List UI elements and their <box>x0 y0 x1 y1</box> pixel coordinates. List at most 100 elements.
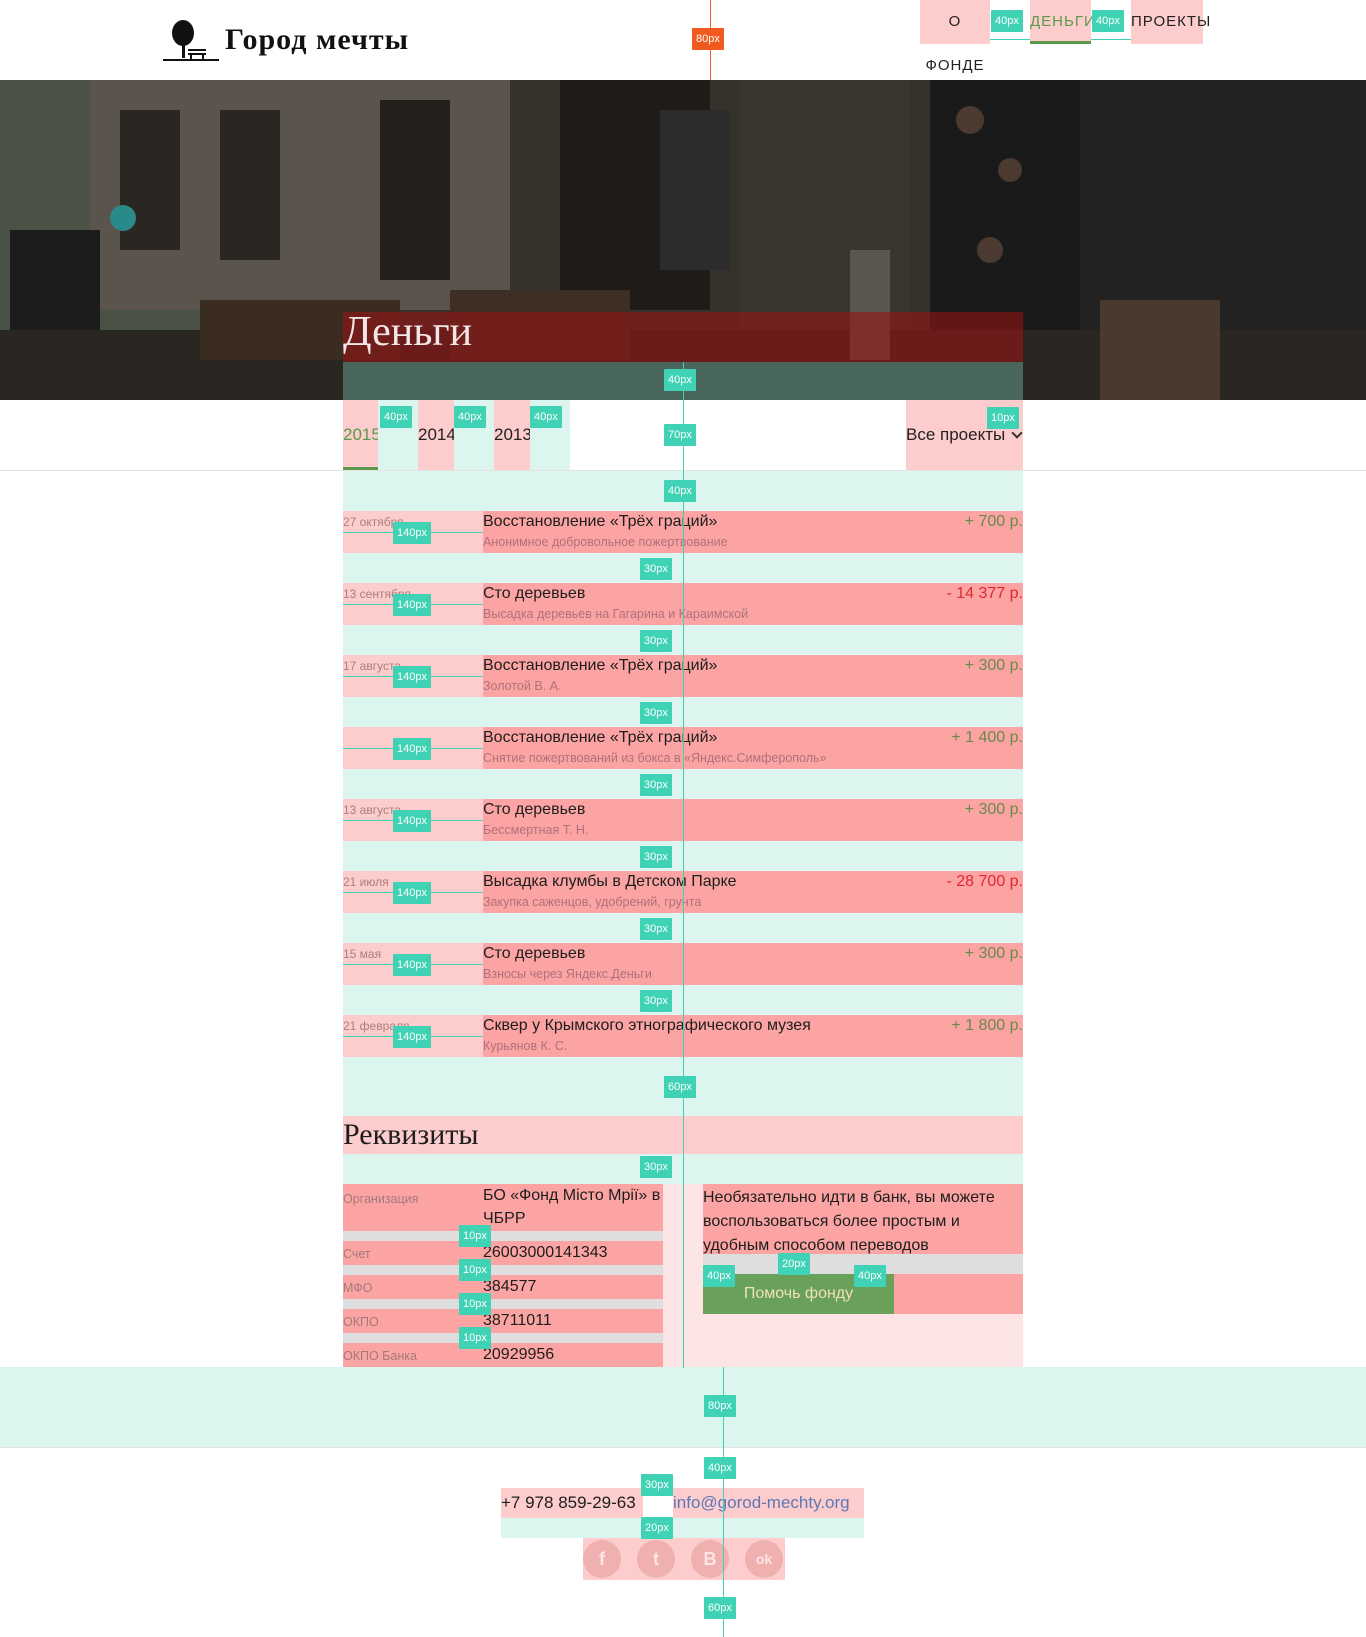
requisite-gap <box>343 1299 663 1309</box>
transaction-project[interactable]: Сквер у Крымского этнографического музея <box>483 1017 811 1035</box>
requisite-label: Счет <box>343 1247 371 1261</box>
measure-label: 80px <box>704 1395 736 1417</box>
transaction-project[interactable]: Сто деревьев <box>483 585 585 603</box>
requisite-value: 384577 <box>483 1278 537 1295</box>
measure-label: 10px <box>459 1293 491 1315</box>
requisite-label: ОКПО Банка <box>343 1349 417 1363</box>
transaction-description: Бессмертная Т. Н. <box>483 823 589 837</box>
measure-label: 10px <box>459 1327 491 1349</box>
measure-label: 30px <box>640 558 672 580</box>
transaction-amount: - 28 700 р. <box>946 873 1024 890</box>
email-link[interactable]: info@gorod-mechty.org <box>673 1488 864 1518</box>
measure-label: 40px <box>704 1457 736 1479</box>
tree-bench-icon <box>163 20 219 61</box>
requisite-gap <box>343 1231 663 1241</box>
hero-banner: Деньги <box>0 80 1366 400</box>
measure-label: 20px <box>778 1253 810 1275</box>
requisite-value: БО «Фонд Місто Мрії» в ЧБРР <box>483 1187 661 1227</box>
measure-line <box>683 362 684 1368</box>
measure-label: 30px <box>640 1156 672 1178</box>
transaction-description: Высадка деревьев на Гагарина и Караимско… <box>483 607 749 621</box>
measure-label: 30px <box>641 1474 673 1496</box>
contacts: +7 978 859-29-63 info@gorod-mechty.org <box>501 1488 864 1538</box>
phone-link[interactable]: +7 978 859-29-63 <box>501 1488 643 1518</box>
measure-label: 10px <box>459 1259 491 1281</box>
transaction-body: Восстановление «Трёх граций» Золотой В. А… <box>483 655 1023 697</box>
year-tab-2015[interactable]: 2015 <box>343 400 381 470</box>
transaction-amount: + 1 800 р. <box>951 1017 1023 1034</box>
logo[interactable]: Город мечты <box>163 18 409 62</box>
measure-label: 40px <box>380 406 412 428</box>
measure-label: 140px <box>393 954 431 976</box>
transaction-body: Сто деревьев Взносы через Яндекс.Деньги + … <box>483 943 1023 985</box>
transaction-body: Сквер у Крымского этнографического музея… <box>483 1015 1023 1057</box>
measure-label: 30px <box>640 918 672 940</box>
measure-label: 40px <box>664 369 696 391</box>
measure-label: 60px <box>704 1597 736 1619</box>
donate-note: Необязательно идти в банк, вы можете вос… <box>703 1184 1023 1254</box>
requisite-gap <box>343 1265 663 1275</box>
transaction-body: Сто деревьев Бессмертная Т. Н. + 300 р. <box>483 799 1023 841</box>
requisite-value: 26003000141343 <box>483 1244 608 1261</box>
measure-label: 40px <box>530 406 562 428</box>
requisite-label: МФО <box>343 1281 373 1295</box>
social-links: f t B ok <box>583 1538 785 1580</box>
measure-label: 140px <box>393 594 431 616</box>
transaction-amount: + 300 р. <box>964 801 1023 818</box>
year-tab-2014[interactable]: 2014 <box>418 400 456 470</box>
footer-spacing <box>0 1367 1366 1448</box>
logo-text: Город мечты <box>225 23 410 56</box>
requisite-value: 38711011 <box>483 1312 552 1329</box>
nav-about[interactable]: О фонде <box>920 0 990 74</box>
transaction-description: Золотой В. А. <box>483 679 562 693</box>
year-tab-2013[interactable]: 2013 <box>494 400 532 470</box>
requisite-row: МФО 384577 <box>343 1275 663 1299</box>
chevron-down-icon <box>1011 427 1023 439</box>
requisite-row: Организация БО «Фонд Місто Мрії» в ЧБРР <box>343 1184 663 1231</box>
requisite-gap <box>343 1333 663 1343</box>
requisite-label: Организация <box>343 1192 419 1206</box>
measure-label: 30px <box>640 630 672 652</box>
requisite-row: ОКПО 38711011 <box>343 1309 663 1333</box>
measure-label: 30px <box>640 990 672 1012</box>
nav-projects[interactable]: Проекты <box>1131 0 1210 44</box>
measure-label: 60px <box>664 1076 696 1098</box>
page-title: Деньги <box>343 309 473 355</box>
measure-label: 140px <box>393 522 431 544</box>
measure-label: 40px <box>664 480 696 502</box>
transaction-description: Курьянов К. С. <box>483 1039 568 1053</box>
transaction-project[interactable]: Сто деревьев <box>483 801 585 819</box>
transaction-body: Восстановление «Трёх граций» Анонимное до… <box>483 511 1023 553</box>
requisite-value: 20929956 <box>483 1346 555 1363</box>
twitter-icon[interactable]: t <box>637 1540 675 1578</box>
transaction-amount: + 700 р. <box>964 513 1023 530</box>
transaction-project[interactable]: Высадка клумбы в Детском Парке <box>483 873 737 891</box>
measure-label: 40px <box>854 1265 886 1287</box>
transaction-body: Восстановление «Трёх граций» Снятие пожер… <box>483 727 1023 769</box>
odnoklassniki-icon[interactable]: ok <box>745 1540 783 1578</box>
requisite-row: ОКПО Банка 20929956 <box>343 1343 663 1367</box>
measure-label: 40px <box>991 10 1023 32</box>
measure-line <box>1091 39 1131 40</box>
transaction-amount: + 1 400 р. <box>951 729 1023 746</box>
measure-label: 10px <box>459 1225 491 1247</box>
transaction-description: Взносы через Яндекс.Деньги <box>483 967 652 981</box>
measure-line <box>990 39 1030 40</box>
measure-label: 30px <box>640 846 672 868</box>
nav-money[interactable]: Деньги <box>1030 0 1095 44</box>
measure-label: 30px <box>640 702 672 724</box>
measure-label: 140px <box>393 882 431 904</box>
requisites-table: Организация БО «Фонд Місто Мрії» в ЧБРР … <box>343 1184 663 1367</box>
measure-label: 140px <box>393 810 431 832</box>
measure-label: 30px <box>640 774 672 796</box>
measure-label: 20px <box>641 1517 673 1539</box>
page: Город мечты О фонде Деньги Проекты <box>0 0 1366 1637</box>
transaction-amount: - 14 377 р. <box>946 585 1024 602</box>
measure-label: 80px <box>692 28 724 50</box>
transaction-project[interactable]: Сто деревьев <box>483 945 585 963</box>
measure-label: 140px <box>393 1026 431 1048</box>
transaction-description: Закупка саженцов, удобрений, грунта <box>483 895 702 909</box>
facebook-icon[interactable]: f <box>583 1540 621 1578</box>
measure-label: 140px <box>393 738 431 760</box>
contacts-gap <box>501 1518 864 1538</box>
